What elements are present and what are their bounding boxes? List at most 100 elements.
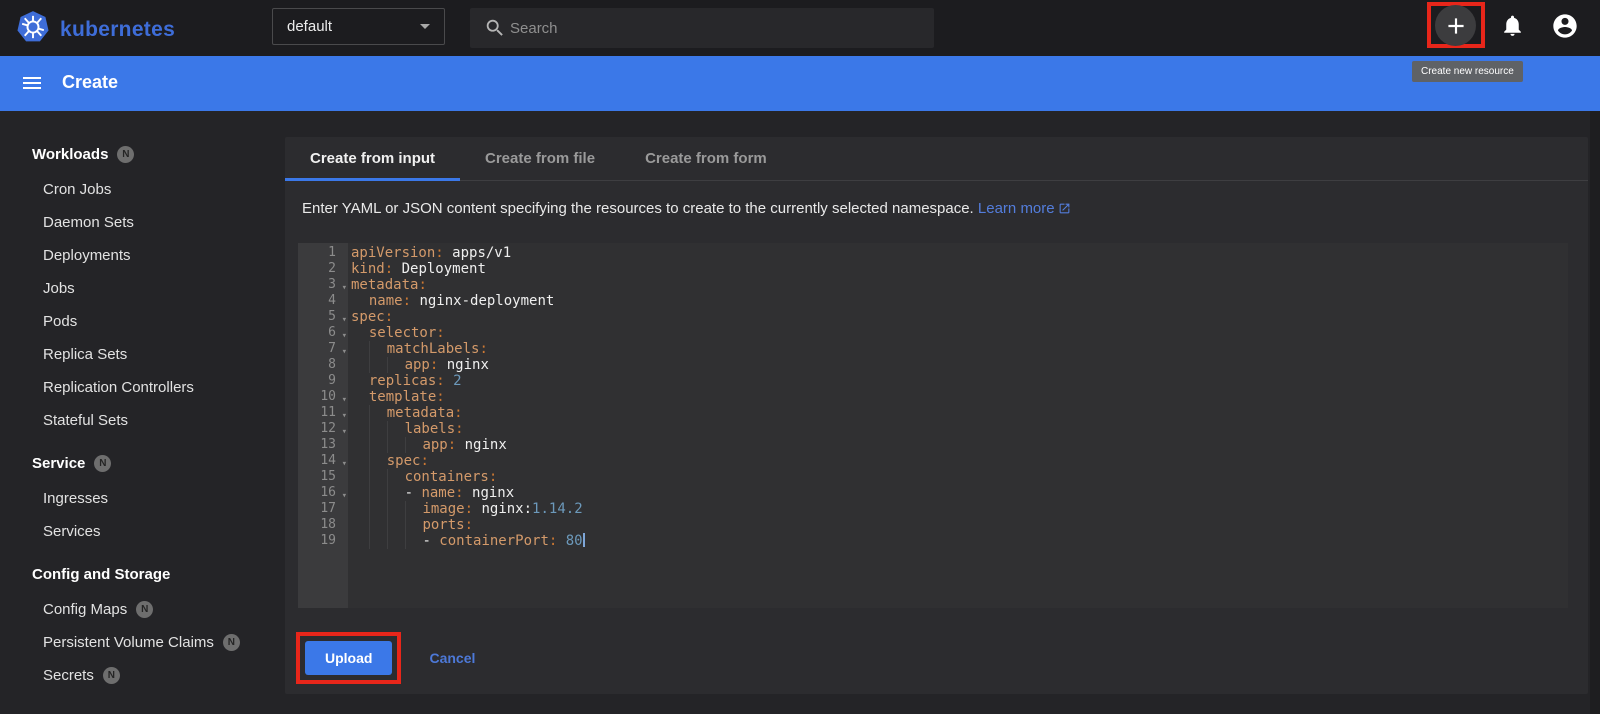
indent-guide (351, 357, 369, 373)
indent-guide (368, 501, 387, 517)
plus-icon (1447, 17, 1464, 34)
indent-guide (351, 341, 369, 357)
kubernetes-home-link[interactable]: kubernetes (16, 10, 175, 49)
code-line: - containerPort: 80 (351, 533, 1568, 549)
yaml-editor[interactable]: 1 2 3 ▾ 4 5 ▾ 6 ▾ 7 ▾ 8 9 10 ▾ 11 ▾ 12 ▾ 13 14 ▾ 15 16 ▾ 17 18 19 a… (298, 243, 1568, 608)
search-icon (486, 19, 503, 36)
indent-guide (368, 405, 387, 421)
item-label: Config Maps (43, 601, 128, 618)
notifications-button[interactable] (1500, 13, 1525, 43)
sidebar-item-deployments[interactable]: Deployments (0, 239, 277, 272)
line-number: 14 ▾ (298, 453, 348, 469)
search-bar[interactable] (470, 8, 934, 48)
item-label: Services (43, 523, 101, 540)
indent-guide (368, 533, 387, 549)
new-badge: N (102, 667, 120, 684)
line-number: 2 (328, 261, 336, 276)
indent-guide (351, 405, 369, 421)
sidebar-item-replica-sets[interactable]: Replica Sets (0, 338, 277, 371)
sidebar-item-jobs[interactable]: Jobs (0, 272, 277, 305)
indent-guide (368, 437, 387, 453)
open-in-new-icon (1059, 203, 1069, 214)
hamburger-icon (23, 77, 41, 89)
code-line: labels: (351, 421, 1568, 437)
line-number: 18 (320, 517, 336, 532)
code-line: image: nginx:1.14.2 (351, 501, 1568, 517)
indent-guide (386, 437, 405, 453)
menu-button[interactable] (20, 71, 44, 95)
highlight-box-create (1427, 2, 1485, 48)
sidebar-item-secrets[interactable]: Secrets N (0, 659, 277, 692)
line-number: 15 (320, 469, 336, 484)
indent-guide (351, 501, 369, 517)
text-cursor (582, 533, 585, 547)
sidebar-item-ingresses[interactable]: Ingresses (0, 482, 277, 515)
sidebar-section-service[interactable]: Service N (0, 444, 277, 482)
indent-guide (368, 517, 387, 533)
tab-create-from-file[interactable]: Create from file (460, 137, 620, 180)
brand-name: kubernetes (60, 17, 176, 41)
sidebar-item-replication-controllers[interactable]: Replication Controllers (0, 371, 277, 404)
code-line: replicas: 2 (351, 373, 1568, 389)
tab-create-from-input[interactable]: Create from input (285, 137, 461, 181)
account-button[interactable] (1551, 12, 1579, 45)
indent-guide (404, 533, 423, 549)
item-label: Pods (43, 313, 78, 330)
line-number: 1 (328, 245, 336, 260)
page-title: Create (62, 72, 119, 92)
line-number: 19 (320, 533, 336, 548)
line-number: 16 ▾ (298, 485, 348, 501)
create-description: Enter YAML or JSON content specifying th… (302, 200, 1071, 217)
sidebar-section-workloads[interactable]: Workloads N (0, 135, 277, 173)
sidebar-item-daemon-sets[interactable]: Daemon Sets (0, 206, 277, 239)
sidebar-item-persistent-volume-claims[interactable]: Persistent Volume Claims N (0, 626, 277, 659)
indent-guide (404, 501, 423, 517)
form-actions: Upload Cancel (296, 632, 475, 684)
item-label: Deployments (43, 247, 131, 264)
sidebar-item-services[interactable]: Services (0, 515, 277, 548)
indent-guide (368, 357, 387, 373)
line-number: 11 ▾ (298, 405, 348, 421)
tab-create-from-form[interactable]: Create from form (620, 137, 792, 180)
code-line: name: nginx-deployment (351, 293, 1568, 309)
indent-guide (386, 357, 405, 373)
indent-guide (368, 485, 387, 501)
indent-guide (351, 533, 369, 549)
editor-code-area[interactable]: apiVersion: apps/v1 kind: Deployment metad… (351, 245, 1568, 549)
account-circle-icon (1553, 14, 1577, 38)
namespace-selected-value: default (287, 18, 333, 35)
indent-guide (386, 501, 405, 517)
sidebar-section-config-and-storage[interactable]: Config and Storage (0, 555, 277, 593)
sidebar-item-pods[interactable]: Pods (0, 305, 277, 338)
bell-icon (1504, 15, 1521, 36)
section-label: Workloads (32, 145, 109, 163)
code-line: - name: nginx (351, 485, 1568, 501)
indent-guide (404, 517, 423, 533)
code-line: apiVersion: apps/v1 (351, 245, 512, 261)
indent-guide (368, 453, 387, 469)
sidebar-item-config-maps[interactable]: Config Maps N (0, 593, 277, 626)
indent-guide (368, 421, 387, 437)
kubernetes-logo-icon (16, 10, 50, 49)
create-new-resource-button[interactable] (1435, 5, 1476, 46)
upload-button[interactable]: Upload (305, 641, 393, 675)
namespace-selector[interactable]: default (272, 8, 445, 45)
editor-gutter: 1 2 3 ▾ 4 5 ▾ 6 ▾ 7 ▾ 8 9 10 ▾ 11 ▾ 12 ▾ 13 14 ▾ 15 16 ▾ 17 18 19 (298, 243, 348, 608)
line-number: 17 (320, 501, 336, 516)
indent-guide (368, 341, 387, 357)
indent-guide (351, 437, 369, 453)
indent-guide (404, 437, 423, 453)
code-line: matchLabels: (351, 341, 1568, 357)
line-number: 6 ▾ (298, 325, 348, 341)
search-input[interactable] (510, 19, 850, 37)
sidebar-item-stateful-sets[interactable]: Stateful Sets (0, 404, 277, 437)
scrollbar-track[interactable] (1590, 111, 1600, 714)
learn-more-link[interactable]: Learn more (978, 200, 1055, 217)
tab-bar: Create from input Create from file Create … (285, 137, 1588, 181)
item-label: Ingresses (43, 490, 109, 507)
line-number: 4 (328, 293, 336, 308)
cancel-button[interactable]: Cancel (429, 650, 475, 666)
sidebar-item-cron-jobs[interactable]: Cron Jobs (0, 173, 277, 206)
create-card: Create from input Create from file Create … (285, 137, 1588, 694)
new-badge: N (222, 634, 240, 651)
